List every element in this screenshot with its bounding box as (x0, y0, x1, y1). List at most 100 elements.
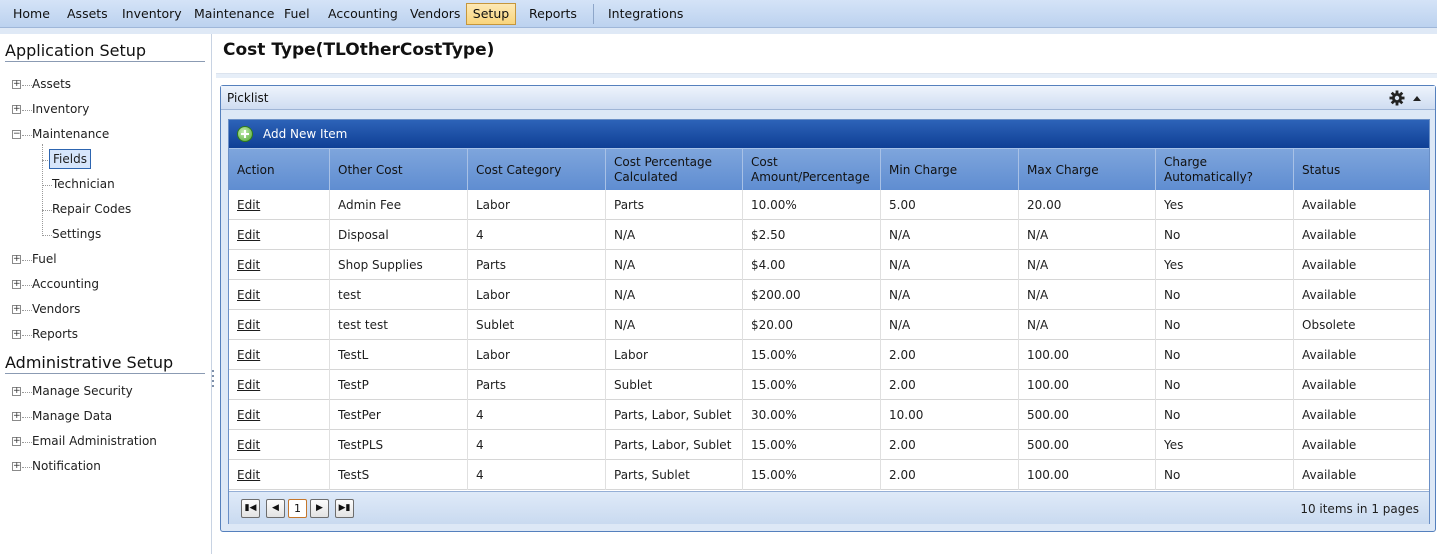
cell-charge-automatically: Yes (1155, 190, 1293, 220)
column-header-status[interactable]: Status (1293, 149, 1429, 191)
column-header-charge-automatically[interactable]: Charge Automatically? (1155, 149, 1293, 191)
section-divider (5, 373, 205, 374)
table-row[interactable]: Edit Admin Fee Labor Parts 10.00% 5.00 20.00 Ye… (229, 190, 1429, 220)
tree-item-settings[interactable]: Settings (52, 224, 101, 244)
collapse-up-icon[interactable] (1413, 96, 1421, 101)
cell-other-cost: test (329, 280, 467, 310)
tree-item-reports[interactable]: Reports (32, 324, 78, 344)
tree-item-technician[interactable]: Technician (52, 174, 115, 194)
tree-item-repair-codes[interactable]: Repair Codes (52, 199, 131, 219)
expand-icon[interactable]: + (12, 305, 21, 314)
edit-link[interactable]: Edit (237, 408, 260, 422)
tree-connector (22, 135, 32, 136)
splitter-handle[interactable] (212, 370, 215, 390)
table-row[interactable]: Edit test Labor N/A $200.00 N/A N/A No Available (229, 280, 1429, 310)
first-page-icon[interactable]: ▮◀ (241, 499, 260, 518)
edit-link[interactable]: Edit (237, 258, 260, 272)
column-header-other-cost[interactable]: Other Cost (329, 149, 467, 191)
gear-icon[interactable] (1389, 90, 1405, 106)
expand-icon[interactable]: + (12, 255, 21, 264)
edit-link[interactable]: Edit (237, 198, 260, 212)
expand-icon[interactable]: + (12, 387, 21, 396)
tree-item-inventory[interactable]: Inventory (32, 99, 89, 119)
cell-max-charge: N/A (1018, 310, 1155, 340)
cell-status: Available (1293, 220, 1429, 250)
collapse-icon[interactable]: − (12, 130, 21, 139)
expand-icon[interactable]: + (12, 412, 21, 421)
expand-icon[interactable]: + (12, 80, 21, 89)
table-row[interactable]: Edit TestP Parts Sublet 15.00% 2.00 100.00 No Av… (229, 370, 1429, 400)
cell-charge-automatically: No (1155, 400, 1293, 430)
menu-reports[interactable]: Reports (523, 3, 583, 25)
cell-cost-percentage-calculated: N/A (605, 220, 742, 250)
add-new-item-button[interactable]: Add New Item (263, 127, 347, 141)
cell-other-cost: Admin Fee (329, 190, 467, 220)
cell-cost-category: 4 (467, 460, 605, 490)
column-header-cost-category[interactable]: Cost Category (467, 149, 605, 191)
administrative-setup-title: Administrative Setup (5, 353, 174, 372)
expand-icon[interactable]: + (12, 437, 21, 446)
table-row[interactable]: Edit TestPer 4 Parts, Labor, Sublet 30.00% 10… (229, 400, 1429, 430)
tree-item-fields[interactable]: Fields (49, 149, 91, 169)
edit-link[interactable]: Edit (237, 318, 260, 332)
expand-icon[interactable]: + (12, 105, 21, 114)
cell-status: Available (1293, 250, 1429, 280)
table-row[interactable]: Edit TestPLS 4 Parts, Labor, Sublet 15.00% 2.… (229, 430, 1429, 460)
table-row[interactable]: Edit TestL Labor Labor 15.00% 2.00 100.00 No Ava… (229, 340, 1429, 370)
column-header-max-charge[interactable]: Max Charge (1018, 149, 1155, 191)
tree-connector (42, 235, 52, 236)
menu-integrations[interactable]: Integrations (602, 3, 689, 25)
menu-fuel[interactable]: Fuel (278, 3, 316, 25)
tree-item-assets[interactable]: Assets (32, 74, 71, 94)
tree-guide (42, 144, 43, 234)
edit-link[interactable]: Edit (237, 378, 260, 392)
tree-item-fuel[interactable]: Fuel (32, 249, 57, 269)
table-row[interactable]: Edit Shop Supplies Parts N/A $4.00 N/A N/A Yes A… (229, 250, 1429, 280)
cell-cost-amount: $20.00 (742, 310, 880, 340)
tree-connector (22, 85, 32, 86)
tree-item-maintenance[interactable]: Maintenance (32, 124, 109, 144)
menu-vendors[interactable]: Vendors (404, 3, 466, 25)
edit-link[interactable]: Edit (237, 348, 260, 362)
cell-cost-amount: 15.00% (742, 370, 880, 400)
next-page-icon[interactable]: ▶ (310, 499, 329, 518)
menu-accounting[interactable]: Accounting (322, 3, 404, 25)
edit-link[interactable]: Edit (237, 228, 260, 242)
cell-action: Edit (229, 460, 329, 490)
table-row[interactable]: Edit Disposal 4 N/A $2.50 N/A N/A No Available (229, 220, 1429, 250)
expand-icon[interactable]: + (12, 462, 21, 471)
expand-icon[interactable]: + (12, 330, 21, 339)
tree-item-vendors[interactable]: Vendors (32, 299, 80, 319)
column-header-cost-amount[interactable]: Cost Amount/Percentage (742, 149, 880, 191)
tree-item-notification[interactable]: Notification (32, 456, 101, 476)
cell-action: Edit (229, 250, 329, 280)
cell-status: Available (1293, 280, 1429, 310)
menu-setup[interactable]: Setup (466, 3, 516, 25)
tree-item-email-administration[interactable]: Email Administration (32, 431, 157, 451)
menu-inventory[interactable]: Inventory (116, 3, 188, 25)
table-row[interactable]: Edit TestS 4 Parts, Sublet 15.00% 2.00 100.00 N… (229, 460, 1429, 490)
last-page-icon[interactable]: ▶▮ (335, 499, 354, 518)
current-page-button[interactable]: 1 (288, 499, 307, 518)
add-icon[interactable] (237, 126, 253, 142)
tree-connector (22, 442, 32, 443)
cell-cost-amount: $2.50 (742, 220, 880, 250)
tree-item-manage-data[interactable]: Manage Data (32, 406, 112, 426)
expand-icon[interactable]: + (12, 280, 21, 289)
tree-item-manage-security[interactable]: Manage Security (32, 381, 133, 401)
column-header-action[interactable]: Action (229, 149, 329, 191)
column-header-min-charge[interactable]: Min Charge (880, 149, 1018, 191)
prev-page-icon[interactable]: ◀ (266, 499, 285, 518)
edit-link[interactable]: Edit (237, 438, 260, 452)
edit-link[interactable]: Edit (237, 468, 260, 482)
menu-home[interactable]: Home (7, 3, 56, 25)
table-row[interactable]: Edit test test Sublet N/A $20.00 N/A N/A No Obso… (229, 310, 1429, 340)
menu-separator (593, 4, 594, 24)
cell-cost-category: 4 (467, 400, 605, 430)
menu-maintenance[interactable]: Maintenance (188, 3, 281, 25)
tree-item-accounting[interactable]: Accounting (32, 274, 99, 294)
menu-assets[interactable]: Assets (61, 3, 114, 25)
edit-link[interactable]: Edit (237, 288, 260, 302)
cell-cost-percentage-calculated: Parts, Labor, Sublet (605, 400, 742, 430)
column-header-cost-percentage-calculated[interactable]: Cost Percentage Calculated (605, 149, 742, 191)
